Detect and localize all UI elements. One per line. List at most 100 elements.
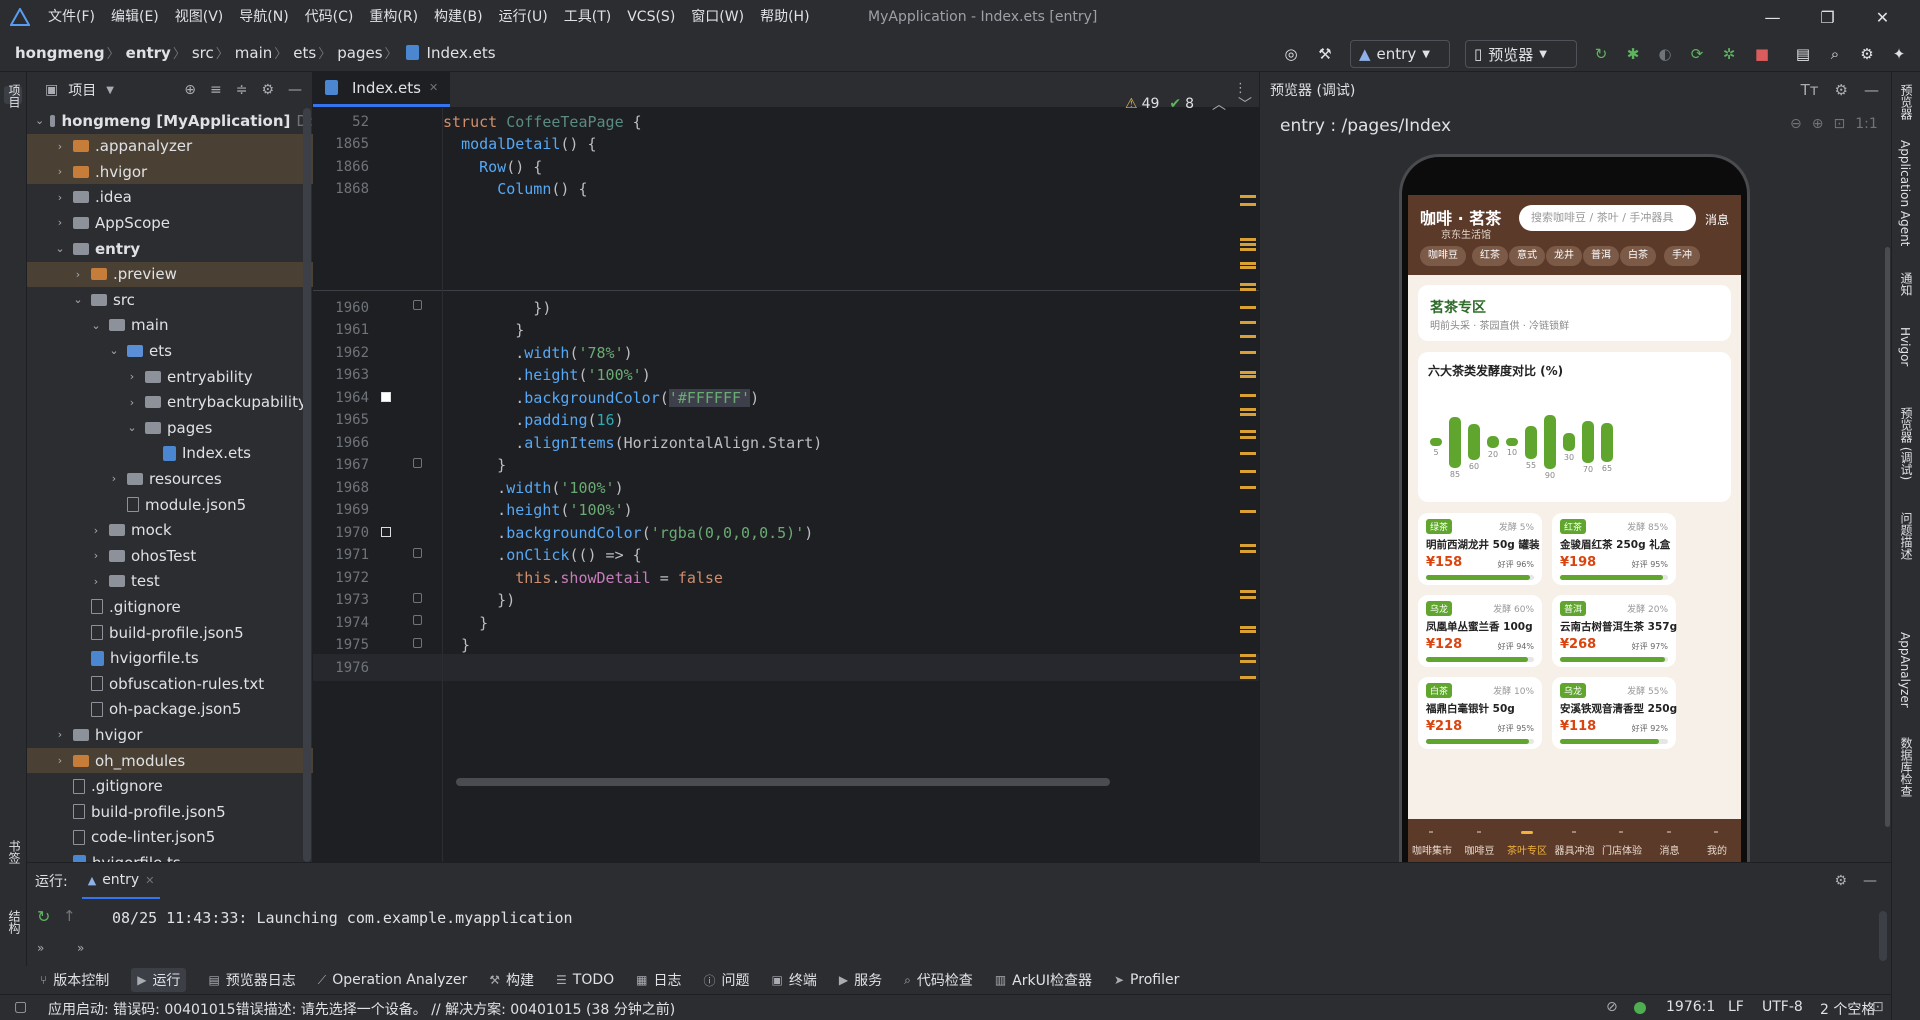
- minimize-icon[interactable]: —: [1745, 0, 1800, 34]
- breadcrumb-item[interactable]: Index.ets: [421, 44, 498, 62]
- horizontal-scrollbar[interactable]: [456, 778, 1110, 786]
- tree-item[interactable]: .gitignore: [27, 594, 313, 619]
- tree-item[interactable]: ⌄ main: [27, 313, 313, 338]
- category-chip[interactable]: 白茶: [1620, 246, 1656, 266]
- preview-scrollbar[interactable]: [1885, 247, 1890, 827]
- tree-item[interactable]: › hvigor: [27, 722, 313, 747]
- category-chip[interactable]: 手冲: [1664, 246, 1700, 266]
- project-scrollbar[interactable]: [303, 108, 311, 862]
- tool-window-button[interactable]: ⑂ 版本控制: [40, 970, 109, 990]
- project-panel-title[interactable]: 项目: [68, 80, 96, 100]
- bottom-nav-item[interactable]: 消息: [1645, 842, 1695, 857]
- right-tool-tab[interactable]: 通知: [1898, 272, 1915, 296]
- chevron-icon[interactable]: ›: [53, 754, 67, 767]
- menu-item[interactable]: 编辑(E): [103, 0, 167, 34]
- hide-icon[interactable]: —: [1864, 81, 1879, 99]
- chevron-icon[interactable]: ›: [89, 524, 103, 537]
- warning-marker[interactable]: [1240, 660, 1256, 663]
- code-line[interactable]: 1976: [313, 654, 1259, 681]
- tree-item[interactable]: hvigorfile.ts: [27, 646, 313, 671]
- bottom-nav-item[interactable]: 茶叶专区: [1502, 842, 1552, 857]
- bottom-nav-item[interactable]: 器具冲泡: [1550, 842, 1600, 857]
- right-tool-tab[interactable]: 预览器: [1898, 84, 1915, 120]
- chevron-icon[interactable]: ›: [53, 140, 67, 153]
- tool-tab-project[interactable]: 项目: [3, 84, 23, 108]
- tool-tab-structure[interactable]: 结构: [3, 910, 23, 934]
- warning-marker[interactable]: [1240, 413, 1256, 416]
- warning-marker[interactable]: [1240, 351, 1256, 354]
- rerun-icon[interactable]: ↻: [1590, 44, 1612, 64]
- product-card[interactable]: 绿茶 发酵 5% 明前西湖龙井 50g 罐装 ¥158 好评 96%: [1418, 513, 1542, 585]
- tree-item[interactable]: build-profile.json5: [27, 620, 313, 645]
- tree-item[interactable]: › .hvigor: [27, 159, 313, 185]
- warning-marker[interactable]: [1240, 195, 1256, 198]
- menu-item[interactable]: 代码(C): [297, 0, 362, 34]
- caret-position[interactable]: 1976:1: [1666, 999, 1715, 1015]
- console-scrollbar[interactable]: [1879, 911, 1887, 961]
- warning-marker[interactable]: [1240, 436, 1256, 439]
- tree-item[interactable]: ⌄hongmeng [MyApplication]D:: [27, 108, 313, 133]
- tree-item[interactable]: .gitignore: [27, 774, 313, 799]
- warning-marker[interactable]: [1240, 630, 1256, 633]
- warning-marker[interactable]: [1240, 544, 1256, 547]
- panel-toggle-icon[interactable]: ▢: [14, 999, 27, 1015]
- tool-window-button[interactable]: ☰ TODO: [556, 972, 614, 988]
- profile-icon[interactable]: ✲: [1718, 44, 1740, 64]
- menu-item[interactable]: 重构(R): [361, 0, 426, 34]
- ai-icon[interactable]: ✦: [1888, 44, 1910, 64]
- module-selector[interactable]: ▲ entry ▼: [1350, 40, 1450, 68]
- locate-icon[interactable]: ⊕: [184, 82, 196, 98]
- chevron-icon[interactable]: ⌄: [53, 242, 67, 255]
- app-message-link[interactable]: 消息: [1705, 211, 1729, 228]
- tree-item[interactable]: › .appanalyzer: [27, 133, 313, 159]
- tool-window-button[interactable]: ⚒ 构建: [489, 970, 534, 990]
- product-card[interactable]: 白茶 发酵 10% 福鼎白毫银针 50g ¥218 好评 95%: [1418, 677, 1542, 749]
- warning-marker[interactable]: [1240, 375, 1256, 378]
- chevron-icon[interactable]: ⌄: [89, 319, 103, 332]
- chevron-down-icon[interactable]: ▼: [106, 85, 114, 96]
- category-chip[interactable]: 红茶: [1472, 246, 1508, 266]
- right-tool-tab[interactable]: 数据库检查: [1898, 737, 1915, 797]
- warning-marker[interactable]: [1240, 238, 1256, 241]
- breadcrumb-item[interactable]: entry: [120, 44, 173, 62]
- category-chip[interactable]: 咖啡豆: [1420, 246, 1466, 266]
- status-message[interactable]: 应用启动: 错误码: 00401015错误描述: 请先选择一个设备。 // 解决…: [48, 999, 675, 1019]
- chevron-icon[interactable]: ›: [125, 396, 139, 409]
- app-search-input[interactable]: 搜索咖啡豆 / 茶叶 / 手冲器具: [1519, 205, 1696, 231]
- tree-item[interactable]: ⌄ pages: [27, 415, 313, 440]
- tree-item[interactable]: › test: [27, 569, 313, 594]
- warning-marker[interactable]: [1240, 470, 1256, 473]
- tool-window-button[interactable]: ⟋ Operation Analyzer: [318, 972, 467, 988]
- right-tool-tab[interactable]: 预览器 (调试): [1898, 407, 1915, 480]
- run-tab-entry[interactable]: ▲ entry ✕: [81, 863, 161, 899]
- tool-window-button[interactable]: ▥ ArkUI检查器: [995, 970, 1092, 990]
- category-chip[interactable]: 意式: [1509, 246, 1545, 266]
- warning-marker[interactable]: [1240, 288, 1256, 291]
- tool-window-button[interactable]: ➤ Profiler: [1114, 972, 1179, 988]
- warning-marker[interactable]: [1240, 510, 1256, 513]
- warning-marker[interactable]: [1240, 430, 1256, 433]
- close-tab-icon[interactable]: ✕: [429, 81, 438, 94]
- chevron-icon[interactable]: ›: [89, 549, 103, 562]
- warning-marker[interactable]: [1240, 371, 1256, 374]
- category-chip[interactable]: 龙井: [1546, 246, 1582, 266]
- tree-item[interactable]: Index.ets: [27, 441, 313, 466]
- warning-marker[interactable]: [1240, 283, 1256, 286]
- warning-marker[interactable]: [1240, 676, 1256, 679]
- tree-item[interactable]: obfuscation-rules.txt: [27, 671, 313, 696]
- warning-marker[interactable]: [1240, 266, 1256, 269]
- scroll-up-icon[interactable]: ↑: [63, 907, 76, 925]
- hide-icon[interactable]: —: [1863, 873, 1877, 889]
- warning-marker[interactable]: [1240, 626, 1256, 629]
- tree-item[interactable]: ⌄ entry: [27, 236, 313, 261]
- status-ok-icon[interactable]: [1634, 1002, 1646, 1014]
- tool-window-button[interactable]: ▶ 运行: [131, 968, 187, 992]
- warning-marker[interactable]: [1240, 486, 1256, 489]
- chevron-icon[interactable]: ›: [53, 165, 67, 178]
- fit-icon[interactable]: ⊡: [1833, 116, 1845, 132]
- phone-screen[interactable]: 咖啡 · 茗茶 京东生活馆 搜索咖啡豆 / 茶叶 / 手冲器具 消息 咖啡豆 红茶…: [1408, 195, 1741, 862]
- gear-icon[interactable]: ⚙: [1835, 81, 1848, 99]
- warning-marker[interactable]: [1240, 243, 1256, 246]
- more-icon[interactable]: »: [77, 941, 84, 955]
- run-console-output[interactable]: 08/25 11:43:33: Launching com.example.my…: [112, 909, 573, 927]
